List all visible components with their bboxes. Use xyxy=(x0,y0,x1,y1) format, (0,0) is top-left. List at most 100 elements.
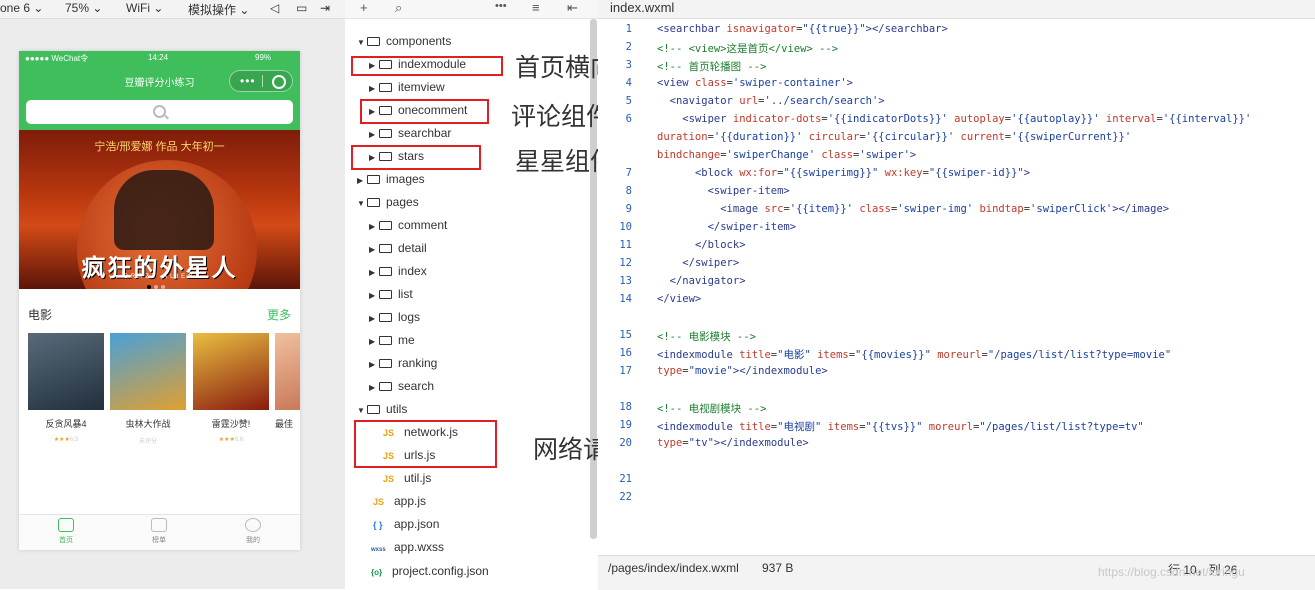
tree-file-appwxss[interactable]: wxss app.wxss xyxy=(371,536,444,558)
banner-image xyxy=(114,170,214,250)
line-number: 17 xyxy=(619,365,632,377)
line-number: 20 xyxy=(619,437,632,449)
editor-status-bar: /pages/index/index.wxml 937 B 行 10，列 26 … xyxy=(598,555,1315,590)
operation-select[interactable]: 模拟操作 ⌄ xyxy=(188,1,249,18)
tab-home[interactable]: 首页 xyxy=(36,518,96,545)
tree-folder-detail[interactable]: ▶ detail xyxy=(369,237,427,259)
folder-icon xyxy=(367,175,380,184)
wxss-file-icon: wxss xyxy=(371,547,386,553)
tree-folder-utils[interactable]: ▼ utils xyxy=(357,398,407,420)
code-line: <image src='{{item}}' class='swiper-img'… xyxy=(720,203,1170,215)
file-tree-toolbar: + ⌕ ••• ≡ ⇤ xyxy=(345,0,598,19)
status-carrier: ●●●●● WeChat令 xyxy=(25,54,89,63)
folder-icon xyxy=(379,382,392,391)
json-file-icon: { } xyxy=(373,520,383,530)
code-line: </swiper-item> xyxy=(707,221,797,233)
tree-folder-logs[interactable]: ▶ logs xyxy=(369,306,420,328)
chevron-down-icon: ▼ xyxy=(357,199,365,208)
line-number: 9 xyxy=(625,203,632,215)
line-number: 15 xyxy=(619,329,632,341)
movie-item[interactable]: 虫林大作战 未评分 xyxy=(110,333,186,445)
device-select[interactable]: one 6 ⌄ xyxy=(0,1,43,15)
line-number: 2 xyxy=(625,41,632,53)
sort-icon[interactable]: ≡ xyxy=(532,0,540,15)
tree-folder-searchbar[interactable]: ▶ searchbar xyxy=(369,122,451,144)
add-icon[interactable]: + xyxy=(360,0,368,15)
capsule-divider xyxy=(262,75,263,87)
zoom-select[interactable]: 75% ⌄ xyxy=(65,1,102,15)
code-line: <!-- 电影模块 --> xyxy=(657,331,756,343)
highlight-stars xyxy=(351,145,481,170)
movie-name: 最佳 xyxy=(275,419,294,429)
annotation-onecomment: 评论组件 xyxy=(511,103,612,131)
close-circle-icon[interactable] xyxy=(272,75,286,89)
tab-me[interactable]: 我的 xyxy=(223,518,283,545)
line-number: 4 xyxy=(625,77,632,89)
movie-poster xyxy=(275,333,300,410)
tree-folder-ranking[interactable]: ▶ ranking xyxy=(369,352,437,374)
search-icon[interactable]: ⌕ xyxy=(395,0,402,16)
banner-top-text: 宁浩/邢爱娜 作品 大年初一 xyxy=(94,141,225,153)
swiper-banner[interactable]: 宁浩/邢爱娜 作品 大年初一 疯狂的外星人 CRAZY ALIEN xyxy=(19,130,300,289)
tree-folder-images[interactable]: ▶ images xyxy=(357,168,425,190)
tree-folder-me[interactable]: ▶ me xyxy=(369,329,415,351)
line-number: 1 xyxy=(625,23,632,35)
rotate-icon[interactable]: ▭ xyxy=(296,1,307,15)
tree-folder-search[interactable]: ▶ search xyxy=(369,375,434,397)
more-link[interactable]: 更多 xyxy=(267,306,291,323)
chevron-right-icon: ▶ xyxy=(369,268,376,277)
search-icon xyxy=(153,105,166,118)
tree-file-appjson[interactable]: { } app.json xyxy=(373,513,439,535)
code-line: <swiper indicator-dots='{{indicatorDots}… xyxy=(682,113,1252,125)
tree-folder-list[interactable]: ▶ list xyxy=(369,283,413,305)
editor-tab-bar: index.wxml xyxy=(598,0,1315,19)
popout-icon[interactable]: ⇥ xyxy=(320,1,330,15)
movie-item[interactable]: 雷霆沙赞! ★★★6.6 xyxy=(193,333,269,443)
tree-file-util[interactable]: JS util.js xyxy=(383,467,431,489)
file-size: 937 B xyxy=(762,561,794,575)
line-number: 6 xyxy=(625,113,632,125)
network-select[interactable]: WiFi ⌄ xyxy=(126,1,163,15)
code-line: <searchbar isnavigator="{{true}}"></sear… xyxy=(657,23,948,35)
status-time: 14:24 xyxy=(148,53,169,62)
code-editor[interactable]: 1 2 3 4 5 6 7 8 9 10 11 12 13 14 15 16 17 18 19 20 21 22 <sea… xyxy=(598,19,1315,555)
status-battery: 99% xyxy=(255,53,272,62)
chevron-right-icon: ▶ xyxy=(369,222,376,231)
home-icon xyxy=(58,518,74,532)
tab-ranking[interactable]: 榜单 xyxy=(129,518,189,545)
tree-folder-comment[interactable]: ▶ comment xyxy=(369,214,447,236)
tree-folder-itemview[interactable]: ▶ itemview xyxy=(369,76,445,98)
chevron-down-icon: ▼ xyxy=(357,406,365,415)
user-icon xyxy=(245,518,261,532)
folder-icon xyxy=(379,129,392,138)
line-number: 16 xyxy=(619,347,632,359)
capsule-menu[interactable]: ••• xyxy=(229,70,293,92)
movie-item[interactable]: 反贪风暴4 ★★★6.3 xyxy=(28,333,104,443)
volume-icon[interactable]: ◁ xyxy=(270,1,279,15)
more-icon[interactable]: ••• xyxy=(240,74,256,88)
folder-icon xyxy=(379,221,392,230)
code-line: <block wx:for="{{swiperimg}}" wx:key="{{… xyxy=(694,167,1031,179)
line-number: 21 xyxy=(619,473,632,485)
search-input[interactable] xyxy=(26,100,293,124)
folder-icon xyxy=(379,290,392,299)
tree-folder-pages[interactable]: ▼ pages xyxy=(357,191,419,213)
more-icon[interactable]: ••• xyxy=(495,0,507,12)
tree-folder-components[interactable]: ▼ components xyxy=(357,30,451,52)
tree-file-project-config[interactable]: {o} project.config.json xyxy=(371,560,489,582)
movie-item[interactable]: 最佳 xyxy=(275,333,300,430)
tree-folder-index[interactable]: ▶ index xyxy=(369,260,427,282)
line-number: 8 xyxy=(625,185,632,197)
phone-status-bar: ●●●●● WeChat令 14:24 99% xyxy=(19,51,300,65)
collapse-icon[interactable]: ⇤ xyxy=(567,0,578,16)
chevron-right-icon: ▶ xyxy=(369,314,376,323)
movie-list: 反贪风暴4 ★★★6.3 虫林大作战 未评分 雷霆沙赞! ★★★6.6 最佳 xyxy=(19,333,300,453)
tree-file-appjs[interactable]: JS app.js xyxy=(373,490,426,512)
code-line: duration='{{duration}}' circular='{{circ… xyxy=(657,131,1132,143)
tab-index-wxml[interactable]: index.wxml xyxy=(610,0,674,15)
code-line: </block> xyxy=(694,239,746,251)
movie-section-header: 电影 更多 xyxy=(19,289,300,333)
movie-poster xyxy=(193,333,269,410)
folder-icon xyxy=(379,313,392,322)
chevron-right-icon: ▶ xyxy=(369,360,376,369)
